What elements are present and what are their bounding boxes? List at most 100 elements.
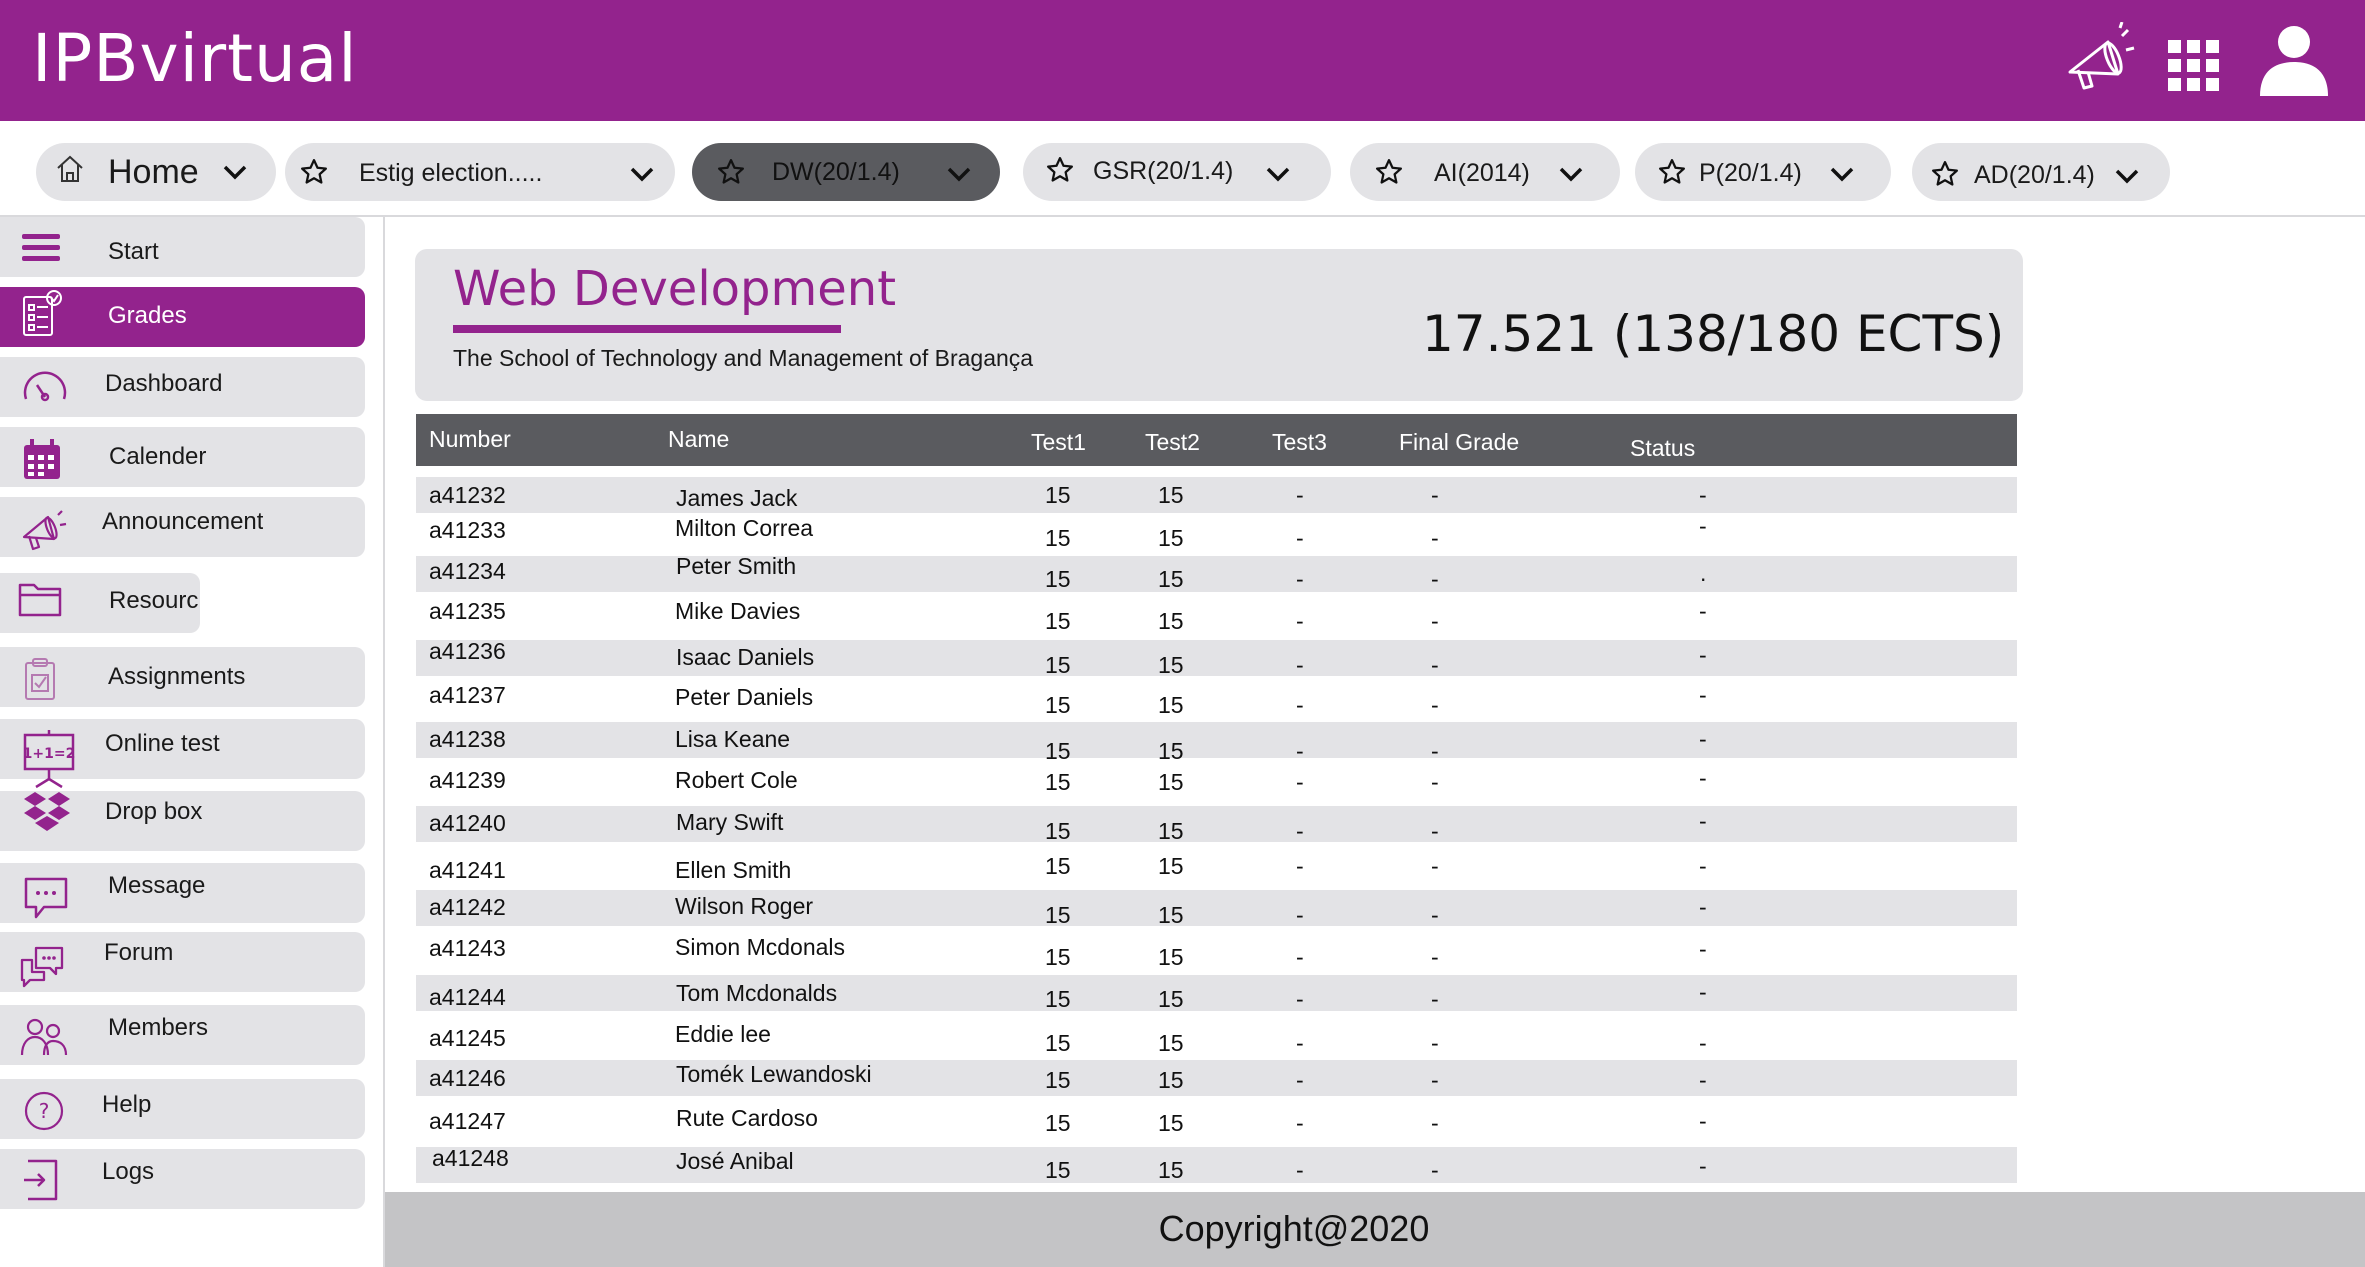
cell-number: a41247: [429, 1108, 506, 1134]
grades-icon: [23, 290, 62, 336]
school-name: The School of Technology and Management …: [453, 345, 1034, 371]
table-row[interactable]: a41238 Lisa Keane 15 15 - - -: [416, 722, 2017, 764]
whiteboard-icon: 1+1=2: [23, 730, 76, 789]
tab-label: Estig election.....: [359, 159, 543, 187]
cell-test1: 15: [1045, 566, 1071, 592]
cell-status: -: [1699, 1030, 1707, 1056]
table-row[interactable]: a41244 Tom Mcdonalds 15 15 - - -: [416, 975, 2017, 1012]
cell-test3: -: [1296, 853, 1304, 879]
sidebar-item-members[interactable]: Members: [0, 1005, 365, 1065]
tab-label: AI(2014): [1434, 159, 1530, 187]
chevron-down-icon: [630, 167, 654, 182]
table-row[interactable]: a41248 José Anibal 15 15 - - -: [416, 1145, 2017, 1183]
cell-name: Eddie lee: [675, 1021, 771, 1047]
members-icon: [20, 1018, 68, 1056]
sidebar-item-dashboard[interactable]: Dashboard: [0, 357, 365, 417]
tab-dw[interactable]: DW(20/1.4): [692, 143, 1000, 201]
sidebar-item-label: Announcement: [102, 508, 264, 535]
tab-home[interactable]: Home: [36, 143, 276, 201]
app-title: IPBvirtual: [32, 20, 358, 97]
cell-final-grade: -: [1431, 1157, 1439, 1183]
cell-test3: -: [1296, 692, 1304, 718]
table-row[interactable]: a41240 Mary Swift 15 15 - - -: [416, 806, 2017, 844]
cell-test3: -: [1296, 986, 1304, 1012]
sidebar-item-calender[interactable]: Calender: [0, 427, 365, 487]
cell-test2: 15: [1158, 482, 1184, 508]
sidebar-item-message[interactable]: Message: [0, 863, 365, 923]
table-row[interactable]: a41241 Ellen Smith 15 15 - - -: [416, 849, 2017, 885]
cell-status: -: [1699, 598, 1707, 624]
cell-status: -: [1699, 765, 1707, 791]
sidebar-item-forum[interactable]: Forum: [0, 932, 365, 992]
table-row[interactable]: a41247 Rute Cardoso 15 15 - - -: [416, 1100, 2017, 1136]
cell-name: Lisa Keane: [675, 726, 791, 752]
tab-p[interactable]: P(20/1.4): [1635, 143, 1891, 201]
cell-test1: 15: [1045, 525, 1071, 551]
table-row[interactable]: a41243 Simon Mcdonals 15 15 - - -: [416, 932, 2017, 970]
chevron-down-icon: [947, 167, 971, 182]
cell-test1: 15: [1045, 902, 1071, 928]
table-row[interactable]: a41233 Milton Correa 15 15 - - -: [416, 513, 2017, 551]
cell-test1: 15: [1045, 1067, 1071, 1093]
folder-icon: [18, 583, 62, 617]
svg-text:?: ?: [39, 1099, 50, 1123]
cell-test1: 15: [1045, 608, 1071, 634]
cell-number: a41237: [429, 682, 506, 708]
cell-final-grade: -: [1431, 769, 1439, 795]
cell-final-grade: -: [1431, 525, 1439, 551]
sidebar-item-label: Logs: [102, 1158, 155, 1185]
megaphone-icon[interactable]: [2060, 22, 2140, 102]
tab-ai[interactable]: AI(2014): [1350, 143, 1620, 201]
cell-test2: 15: [1158, 818, 1184, 844]
svg-text:1+1=2: 1+1=2: [23, 746, 76, 762]
menu-icon: [22, 234, 60, 261]
home-icon: [57, 155, 83, 182]
cell-test3: -: [1296, 608, 1304, 634]
table-row[interactable]: a41235 Mike Davies 15 15 - - -: [416, 596, 2017, 634]
sidebar-item-grades[interactable]: Grades: [0, 287, 365, 347]
cell-number: a41242: [429, 894, 506, 920]
cell-status: -: [1699, 1108, 1707, 1134]
apps-grid-icon[interactable]: [2154, 22, 2234, 102]
cell-name: Rute Cardoso: [676, 1105, 818, 1131]
cell-test1: 15: [1045, 986, 1071, 1012]
table-row[interactable]: a41232 James Jack 15 15 - - -: [416, 477, 2017, 513]
cell-test1: 15: [1045, 652, 1071, 678]
cell-number: a41238: [429, 726, 506, 752]
table-row[interactable]: a41239 Robert Cole 15 15 - - -: [416, 763, 2017, 799]
tab-gsr[interactable]: GSR(20/1.4): [1023, 143, 1331, 201]
sidebar-item-online-test[interactable]: 1+1=2 Online test: [0, 719, 365, 789]
cell-name: Ellen Smith: [675, 857, 792, 883]
table-row[interactable]: a41246 Tomék Lewandoski 15 15 - - -: [416, 1060, 2017, 1096]
sidebar-item-label: Message: [108, 872, 206, 899]
tab-estig-election[interactable]: Estig election.....: [285, 143, 675, 201]
cell-test1: 15: [1045, 738, 1071, 764]
sidebar-item-start[interactable]: Start: [0, 217, 365, 277]
cell-number: a41244: [429, 984, 506, 1010]
cell-number: a41235: [429, 598, 506, 624]
sidebar-item-assignments[interactable]: Assignments: [0, 647, 365, 707]
cell-final-grade: -: [1431, 692, 1439, 718]
table-row[interactable]: a41242 Wilson Roger 15 15 - - -: [416, 890, 2017, 928]
table-row[interactable]: a41234 Peter Smith 15 15 - - .: [416, 553, 2017, 592]
sidebar-item-logs[interactable]: Logs: [0, 1149, 365, 1209]
user-icon[interactable]: [2252, 18, 2336, 102]
sidebar-item-drop-box[interactable]: Drop box: [0, 791, 365, 851]
cell-test3: -: [1296, 944, 1304, 970]
sidebar-item-help[interactable]: ? Help: [0, 1079, 365, 1139]
column-header-status: Status: [1630, 435, 1696, 461]
sidebar-item-announcement[interactable]: Announcement: [0, 497, 365, 557]
cell-test2: 15: [1158, 692, 1184, 718]
chevron-down-icon: [223, 165, 247, 180]
sidebar-item-resources[interactable]: Resourc: [0, 573, 200, 633]
cell-test2: 15: [1158, 853, 1184, 879]
cell-status: -: [1699, 513, 1707, 539]
cell-name: Wilson Roger: [675, 893, 814, 919]
table-row[interactable]: a41236 Isaac Daniels 15 15 - - -: [416, 638, 2017, 678]
tab-ad[interactable]: AD(20/1.4): [1912, 143, 2170, 201]
cell-test2: 15: [1158, 1157, 1184, 1183]
table-row[interactable]: a41245 Eddie lee 15 15 - - -: [416, 1018, 2017, 1056]
table-row[interactable]: a41237 Peter Daniels 15 15 - - -: [416, 680, 2017, 718]
cell-test3: -: [1296, 818, 1304, 844]
chevron-down-icon: [2115, 169, 2139, 184]
